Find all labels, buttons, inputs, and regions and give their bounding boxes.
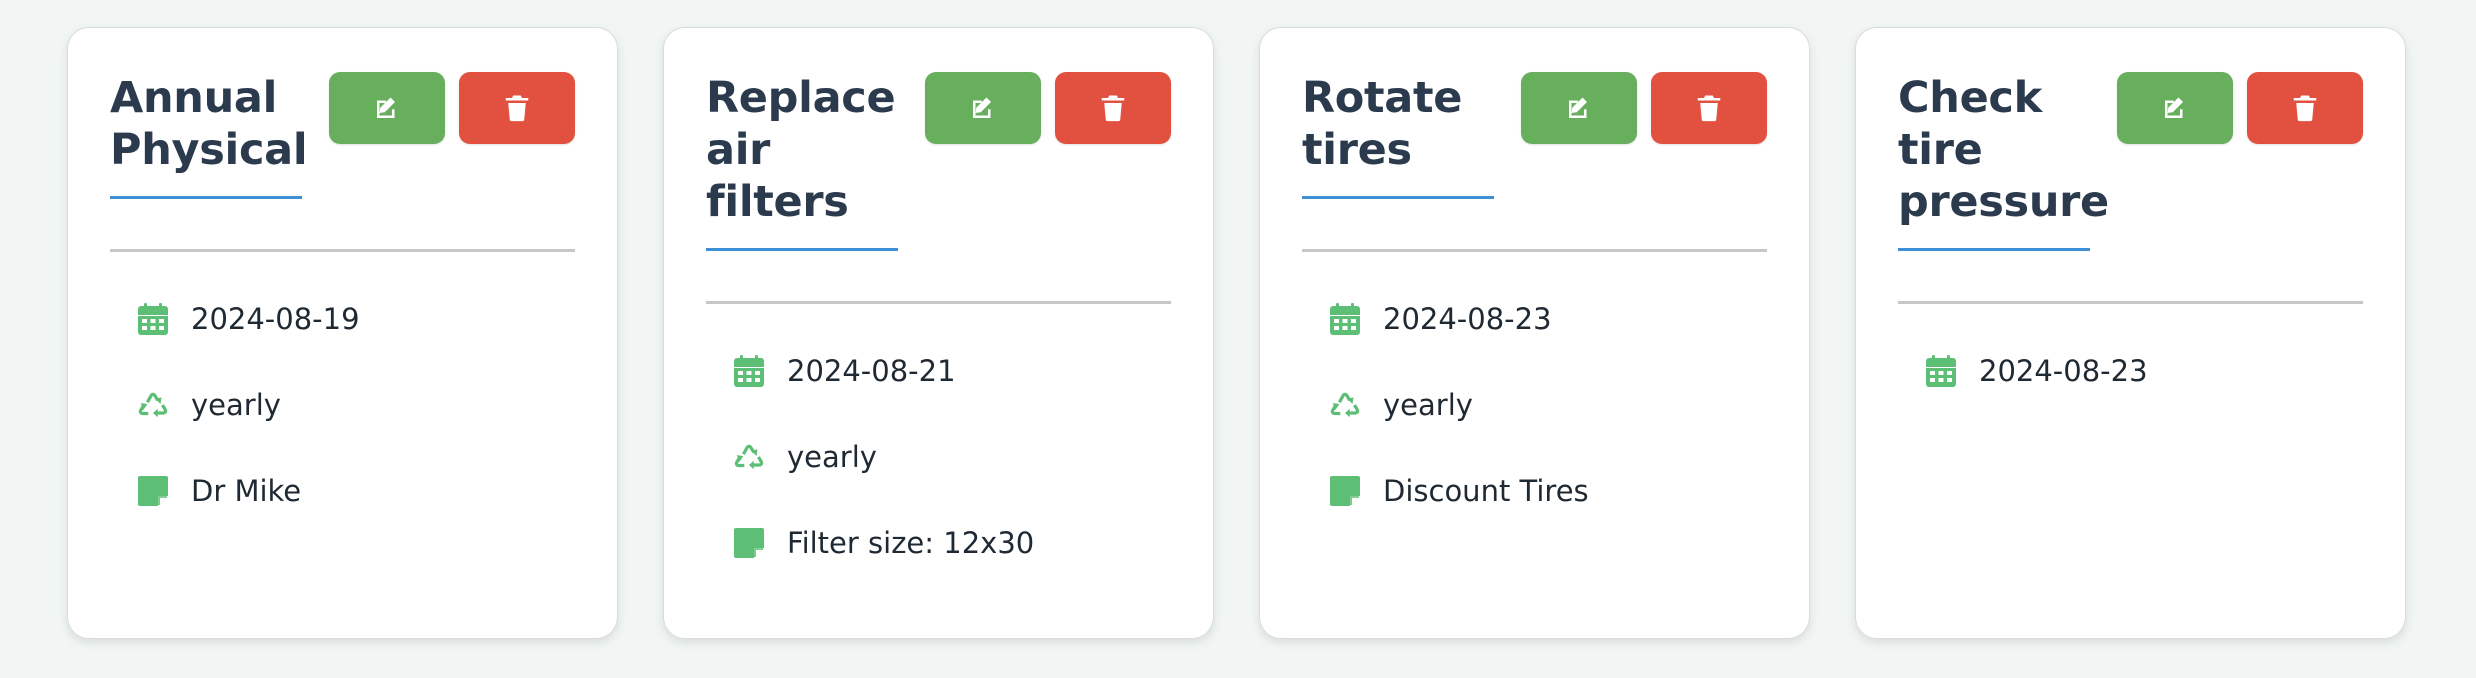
delete-button[interactable] — [1651, 72, 1767, 144]
card-title-line: tire — [1898, 125, 1983, 175]
detail-note: Filter size: 12x30 — [733, 500, 1171, 586]
card-title-wrap: Annual Physical — [110, 72, 308, 199]
edit-icon — [973, 97, 991, 118]
card-details: 2024-08-23 yearly Discount Tires — [1302, 252, 1767, 534]
trash-icon — [1101, 95, 1125, 122]
card-actions — [1521, 72, 1767, 144]
detail-note-text: Dr Mike — [191, 474, 302, 508]
card-title-line: tires — [1302, 125, 1412, 175]
card-title-line: Physical — [110, 125, 308, 175]
trash-icon — [1697, 95, 1721, 122]
task-card: Rotate tires 2024-08-23 yearly Discount … — [1259, 27, 1810, 639]
card-title-wrap: Rotate tires — [1302, 72, 1494, 199]
card-details: 2024-08-21 yearly Filter size: 12x30 — [706, 304, 1171, 586]
task-card: Replace air filters 2024-08-21 yearly Fi… — [663, 27, 1214, 639]
edit-button[interactable] — [329, 72, 445, 144]
detail-note: Discount Tires — [1329, 448, 1767, 534]
edit-button[interactable] — [2117, 72, 2233, 144]
sticky-note-icon — [1329, 474, 1361, 508]
detail-frequency-text: yearly — [1383, 388, 1473, 422]
card-title: Rotate tires — [1302, 72, 1494, 176]
delete-button[interactable] — [459, 72, 575, 144]
detail-note-text: Discount Tires — [1383, 474, 1589, 508]
edit-button[interactable] — [925, 72, 1041, 144]
detail-date: 2024-08-23 — [1329, 276, 1767, 362]
detail-frequency-text: yearly — [191, 388, 281, 422]
detail-date-text: 2024-08-23 — [1979, 354, 2148, 388]
delete-button[interactable] — [2247, 72, 2363, 144]
sticky-note-icon — [733, 526, 765, 560]
sticky-note-icon — [137, 474, 169, 508]
card-title: Check tire pressure — [1898, 72, 2109, 228]
card-title-line: pressure — [1898, 177, 2109, 227]
card-title-line: Check — [1898, 73, 2042, 123]
trash-icon — [505, 95, 529, 122]
calendar-icon — [1329, 302, 1361, 336]
calendar-icon — [1925, 354, 1957, 388]
card-details: 2024-08-23 — [1898, 304, 2363, 414]
card-title-line: Annual — [110, 73, 278, 123]
detail-date: 2024-08-21 — [733, 328, 1171, 414]
edit-icon — [1569, 97, 1587, 118]
detail-frequency: yearly — [733, 414, 1171, 500]
detail-frequency-text: yearly — [787, 440, 877, 474]
card-details: 2024-08-19 yearly Dr Mike — [110, 252, 575, 534]
recycle-icon — [733, 440, 765, 474]
calendar-icon — [137, 302, 169, 336]
card-actions — [2117, 72, 2363, 144]
detail-frequency: yearly — [137, 362, 575, 448]
card-actions — [329, 72, 575, 144]
detail-frequency: yearly — [1329, 362, 1767, 448]
calendar-icon — [733, 354, 765, 388]
detail-date-text: 2024-08-19 — [191, 302, 360, 336]
detail-date-text: 2024-08-21 — [787, 354, 956, 388]
task-card: Annual Physical 2024-08-19 yearly Dr Mik… — [67, 27, 618, 639]
card-title-wrap: Replace air filters — [706, 72, 898, 251]
detail-date: 2024-08-23 — [1925, 328, 2363, 414]
card-header: Check tire pressure — [1898, 72, 2363, 251]
card-header: Replace air filters — [706, 72, 1171, 251]
trash-icon — [2293, 95, 2317, 122]
card-title-line: air — [706, 125, 771, 175]
detail-date-text: 2024-08-23 — [1383, 302, 1552, 336]
card-title-line: Rotate — [1302, 73, 1463, 123]
edit-button[interactable] — [1521, 72, 1637, 144]
card-title-line: filters — [706, 177, 849, 227]
edit-icon — [2165, 97, 2183, 118]
edit-icon — [377, 97, 395, 118]
card-header: Rotate tires — [1302, 72, 1767, 199]
detail-note-text: Filter size: 12x30 — [787, 526, 1035, 560]
card-header: Annual Physical — [110, 72, 575, 199]
card-title-line: Replace — [706, 73, 896, 123]
delete-button[interactable] — [1055, 72, 1171, 144]
detail-date: 2024-08-19 — [137, 276, 575, 362]
card-title: Replace air filters — [706, 72, 898, 228]
task-card-list: Annual Physical 2024-08-19 yearly Dr Mik… — [67, 27, 2406, 639]
card-title: Annual Physical — [110, 72, 308, 176]
recycle-icon — [137, 388, 169, 422]
card-actions — [925, 72, 1171, 144]
card-title-wrap: Check tire pressure — [1898, 72, 2109, 251]
detail-note: Dr Mike — [137, 448, 575, 534]
task-card: Check tire pressure 2024-08-23 — [1855, 27, 2406, 639]
recycle-icon — [1329, 388, 1361, 422]
